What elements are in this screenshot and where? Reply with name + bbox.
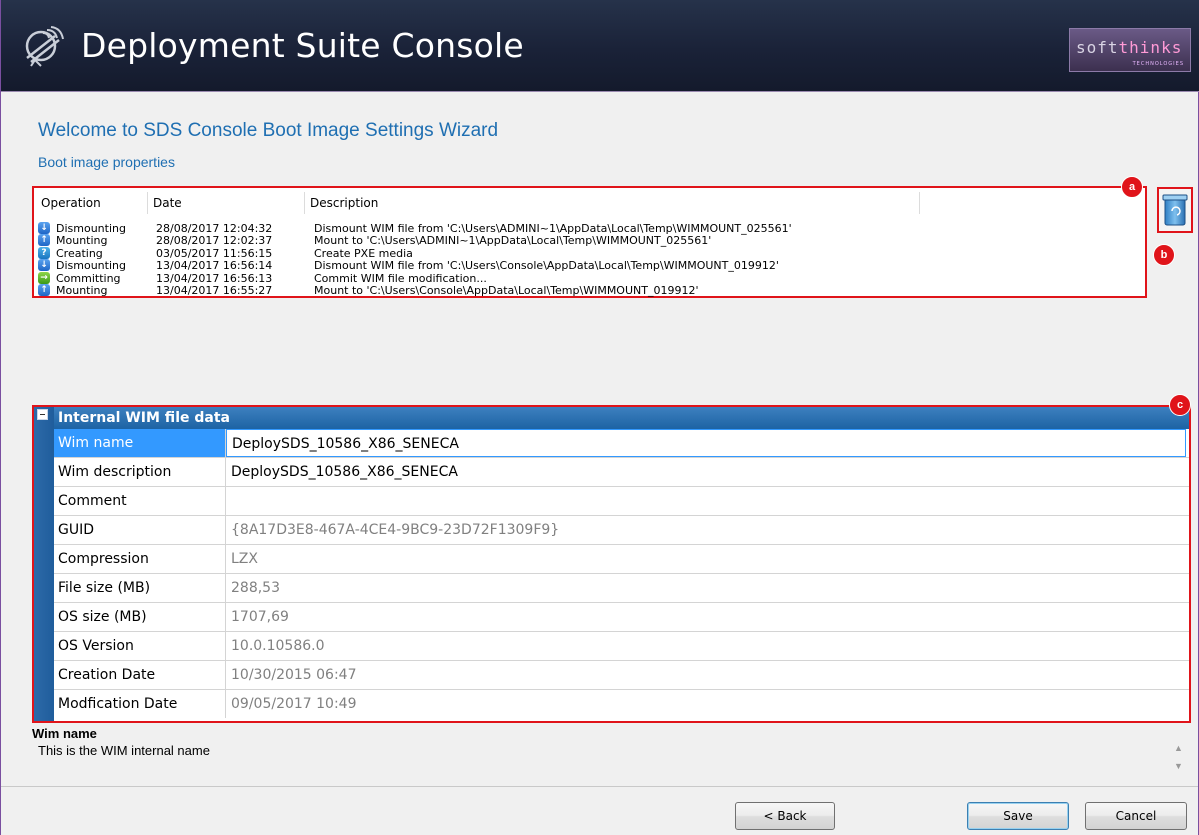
log-description: Dismount WIM file from 'C:\Users\Console… (314, 259, 779, 273)
save-button[interactable]: Save (967, 802, 1069, 830)
grid-label[interactable]: OS Version (54, 632, 226, 660)
column-header-description[interactable]: Description (305, 192, 920, 214)
grid-label[interactable]: OS size (MB) (54, 603, 226, 631)
softthinks-logo: softthinks TECHNOLOGIES (1069, 28, 1191, 72)
column-header-operation[interactable]: Operation (36, 192, 148, 214)
os-size-value: 1707,69 (231, 609, 289, 625)
grid-row-wim-name[interactable]: Wim name DeploySDS_10586_X86_SENECA (54, 429, 1189, 458)
compression-value: LZX (231, 551, 258, 567)
grid-row-compression[interactable]: Compression LZX (54, 545, 1189, 574)
scroll-up-icon[interactable]: ▲ (1174, 744, 1183, 753)
clear-log-button[interactable] (1157, 187, 1193, 233)
grid-label[interactable]: File size (MB) (54, 574, 226, 602)
grid-label[interactable]: Wim description (54, 458, 226, 486)
log-description: Mount to 'C:\Users\Console\AppData\Local… (314, 284, 699, 297)
app-header: Deployment Suite Console softthinks TECH… (1, 0, 1199, 92)
log-operation: Committing (56, 271, 121, 285)
log-operation: Dismounting (56, 259, 126, 273)
callout-marker-c: c (1169, 394, 1191, 416)
column-header-date[interactable]: Date (148, 192, 305, 214)
grid-row-os-size[interactable]: OS size (MB) 1707,69 (54, 603, 1189, 632)
help-description: This is the WIM internal name (38, 743, 210, 758)
arrow-down-icon: ↓ (38, 222, 50, 234)
collapse-icon[interactable] (37, 409, 48, 420)
file-size-value: 288,53 (231, 580, 280, 596)
footer-divider (1, 786, 1198, 787)
recycle-bin-icon (1162, 194, 1188, 226)
guid-value: {8A17D3E8-467A-4CE4-9BC9-23D72F1309F9} (231, 522, 560, 538)
log-row[interactable]: ↑ Mounting 13/04/2017 16:55:27 Mount to 'C:… (38, 284, 1138, 297)
property-grid[interactable]: Internal WIM file data Wim name DeploySD… (32, 405, 1191, 723)
grid-category-header[interactable]: Internal WIM file data (54, 407, 1189, 429)
grid-row-comment[interactable]: Comment (54, 487, 1189, 516)
log-row[interactable]: → Committing 13/04/2017 16:56:13 Commit … (38, 271, 1138, 285)
log-date: 03/05/2017 11:56:15 (156, 246, 273, 260)
grid-row-wim-description[interactable]: Wim description DeploySDS_10586_X86_SENE… (54, 458, 1189, 487)
comment-field[interactable] (226, 487, 1186, 515)
log-description: Dismount WIM file from 'C:\Users\ADMINI~… (314, 222, 792, 235)
log-row[interactable]: ↑ Mounting 28/08/2017 12:02:37 Mount to … (38, 234, 1138, 247)
arrow-up-icon: ↑ (38, 284, 50, 296)
log-description: Mount to 'C:\Users\ADMINI~1\AppData\Loca… (314, 234, 712, 248)
arrow-down-icon: ↓ (38, 259, 50, 272)
log-operation: Creating (56, 246, 103, 260)
log-description: Commit WIM file modification... (314, 271, 487, 285)
grid-row-os-version[interactable]: OS Version 10.0.10586.0 (54, 632, 1189, 661)
help-title: Wim name (32, 726, 97, 741)
grid-label[interactable]: Comment (54, 487, 226, 515)
grid-row-modification-date[interactable]: Modfication Date 09/05/2017 10:49 (54, 690, 1189, 719)
operation-log-list[interactable]: Operation Date Description ↓ Dismounting… (32, 186, 1147, 298)
log-date: 13/04/2017 16:56:13 (156, 271, 273, 285)
log-date: 28/08/2017 12:04:32 (156, 222, 273, 235)
help-scrollbar[interactable]: ▲ ▼ (1171, 742, 1185, 774)
log-date: 28/08/2017 12:02:37 (156, 234, 273, 248)
log-operation: Dismounting (56, 222, 126, 235)
brand-text-b: thinks (1118, 38, 1183, 57)
grid-label[interactable]: GUID (54, 516, 226, 544)
cancel-button[interactable]: Cancel (1085, 802, 1187, 830)
grid-label[interactable]: Creation Date (54, 661, 226, 689)
deployment-logo-icon (25, 26, 64, 67)
wizard-subtitle: Boot image properties (38, 154, 175, 170)
log-operation: Mounting (56, 284, 108, 297)
wim-description-field[interactable]: DeploySDS_10586_X86_SENECA (226, 458, 1186, 486)
back-button[interactable]: < Back (735, 802, 835, 830)
brand-subtitle: TECHNOLOGIES (1132, 61, 1184, 67)
log-operation: Mounting (56, 234, 108, 248)
grid-row-creation-date[interactable]: Creation Date 10/30/2015 06:47 (54, 661, 1189, 690)
wim-name-field[interactable]: DeploySDS_10586_X86_SENECA (226, 429, 1186, 457)
log-row[interactable]: ? Creating 03/05/2017 11:56:15 Create PX… (38, 246, 1138, 260)
log-date: 13/04/2017 16:55:27 (156, 284, 273, 297)
log-row[interactable]: ↓ Dismounting 13/04/2017 16:56:14 Dismou… (38, 259, 1138, 272)
wizard-title: Welcome to SDS Console Boot Image Settin… (38, 120, 499, 141)
grid-row-file-size[interactable]: File size (MB) 288,53 (54, 574, 1189, 603)
os-version-value: 10.0.10586.0 (231, 638, 325, 654)
log-row[interactable]: ↓ Dismounting 28/08/2017 12:04:32 Dismou… (38, 222, 1138, 235)
log-date: 13/04/2017 16:56:14 (156, 259, 273, 273)
grid-label[interactable]: Compression (54, 545, 226, 573)
brand-text-a: soft (1076, 38, 1119, 57)
app-window: Deployment Suite Console softthinks TECH… (0, 0, 1199, 835)
modification-date-value: 09/05/2017 10:49 (231, 696, 357, 712)
grid-category-stripe (34, 407, 54, 721)
grid-label[interactable]: Wim name (54, 429, 226, 457)
commit-arrow-icon: → (38, 271, 50, 284)
scroll-down-icon[interactable]: ▼ (1174, 762, 1183, 771)
log-description: Create PXE media (314, 246, 413, 260)
callout-marker-b: b (1153, 244, 1175, 266)
creation-date-value: 10/30/2015 06:47 (231, 667, 357, 683)
app-title: Deployment Suite Console (81, 26, 524, 65)
arrow-up-icon: ↑ (38, 234, 50, 247)
help-icon: ? (38, 246, 50, 259)
log-header: Operation Date Description (36, 192, 1144, 214)
grid-label[interactable]: Modfication Date (54, 690, 226, 718)
callout-marker-a: a (1121, 176, 1143, 198)
grid-row-guid[interactable]: GUID {8A17D3E8-467A-4CE4-9BC9-23D72F1309… (54, 516, 1189, 545)
